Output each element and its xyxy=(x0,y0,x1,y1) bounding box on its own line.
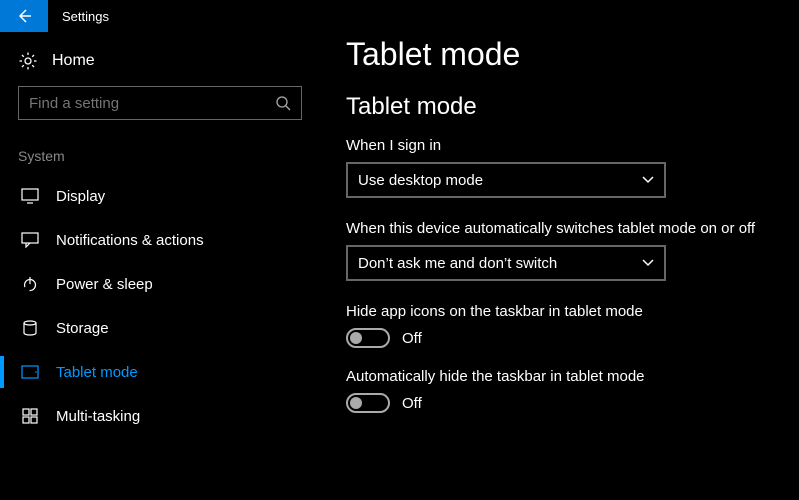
sidebar-group-label: System xyxy=(18,148,302,164)
main-content: Tablet mode Tablet mode When I sign in U… xyxy=(320,32,799,500)
search-input[interactable] xyxy=(29,95,275,112)
search-box[interactable] xyxy=(18,86,302,120)
sidebar-item-tablet-mode[interactable]: Tablet mode xyxy=(18,350,302,394)
storage-icon xyxy=(20,320,40,336)
sidebar-item-multitasking[interactable]: Multi-tasking xyxy=(18,394,302,438)
sidebar-item-storage[interactable]: Storage xyxy=(18,306,302,350)
back-arrow-icon xyxy=(15,7,33,25)
search-icon xyxy=(275,95,291,111)
gear-icon xyxy=(18,52,38,70)
sign-in-dropdown[interactable]: Use desktop mode xyxy=(346,162,666,198)
nav-label: Tablet mode xyxy=(56,364,138,381)
display-icon xyxy=(20,188,40,204)
sidebar-item-notifications[interactable]: Notifications & actions xyxy=(18,218,302,262)
nav-label: Storage xyxy=(56,320,109,337)
app-title: Settings xyxy=(48,9,109,24)
notifications-icon xyxy=(20,232,40,248)
page-title: Tablet mode xyxy=(346,36,779,73)
hide-taskbar-toggle[interactable] xyxy=(346,393,390,413)
sidebar-item-display[interactable]: Display xyxy=(18,174,302,218)
back-button[interactable] xyxy=(0,0,48,32)
sidebar-item-power[interactable]: Power & sleep xyxy=(18,262,302,306)
home-button[interactable]: Home xyxy=(18,46,302,86)
section-title: Tablet mode xyxy=(346,93,779,121)
hide-taskbar-label: Automatically hide the taskbar in tablet… xyxy=(346,368,779,385)
nav-label: Power & sleep xyxy=(56,276,153,293)
home-label: Home xyxy=(52,52,95,70)
multitasking-icon xyxy=(20,408,40,424)
power-icon xyxy=(20,276,40,292)
hide-taskbar-state: Off xyxy=(402,395,422,412)
hide-icons-toggle[interactable] xyxy=(346,328,390,348)
nav-label: Notifications & actions xyxy=(56,232,204,249)
sidebar: Home System Display Notifications & acti… xyxy=(0,32,320,500)
auto-switch-label: When this device automatically switches … xyxy=(346,220,779,237)
dropdown-value: Use desktop mode xyxy=(358,172,483,189)
chevron-down-icon xyxy=(642,259,654,267)
dropdown-value: Don’t ask me and don’t switch xyxy=(358,255,557,272)
hide-icons-label: Hide app icons on the taskbar in tablet … xyxy=(346,303,779,320)
auto-switch-dropdown[interactable]: Don’t ask me and don’t switch xyxy=(346,245,666,281)
chevron-down-icon xyxy=(642,176,654,184)
nav-label: Display xyxy=(56,188,105,205)
sign-in-label: When I sign in xyxy=(346,137,779,154)
nav-label: Multi-tasking xyxy=(56,408,140,425)
hide-icons-state: Off xyxy=(402,330,422,347)
titlebar: Settings xyxy=(0,0,799,32)
tablet-icon xyxy=(20,365,40,379)
